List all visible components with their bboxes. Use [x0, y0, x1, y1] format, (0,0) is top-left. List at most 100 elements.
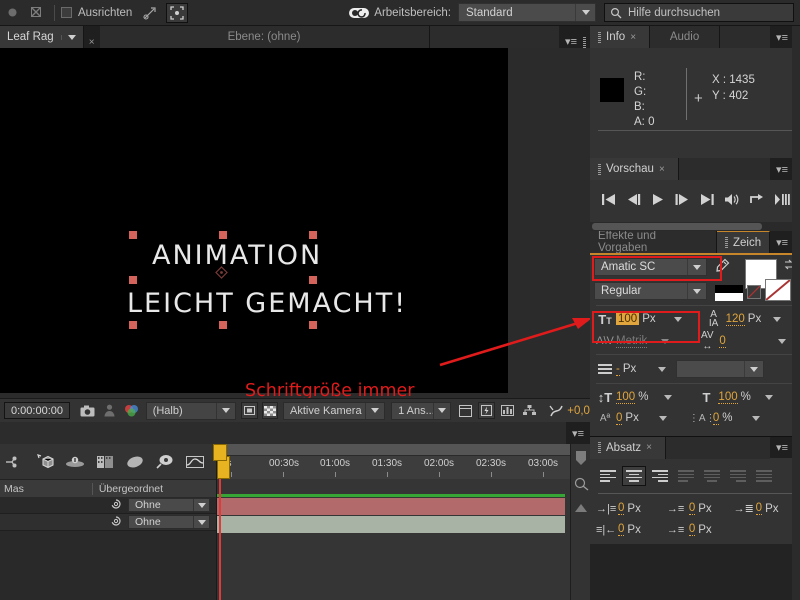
- tab-absatz[interactable]: Absatz ×: [590, 436, 667, 459]
- chevron-down-icon[interactable]: [752, 415, 761, 421]
- playhead-marker-icon[interactable]: [213, 444, 227, 461]
- selection-handle[interactable]: [219, 321, 227, 329]
- panel-menu-icon[interactable]: ▾≡: [770, 31, 794, 44]
- timeline-tab[interactable]: [0, 422, 230, 444]
- stroke-style-dropdown[interactable]: [676, 360, 765, 378]
- chevron-down-icon[interactable]: [687, 259, 706, 275]
- align-right-button[interactable]: [648, 466, 672, 486]
- selection-handle[interactable]: [129, 321, 137, 329]
- first-frame-icon[interactable]: [601, 193, 617, 209]
- tab-vorschau[interactable]: Vorschau ×: [590, 158, 679, 180]
- fast-previews-icon[interactable]: [478, 402, 495, 419]
- panel-menu-icon[interactable]: ▾≡: [566, 427, 590, 440]
- chevron-down-icon[interactable]: [673, 316, 682, 322]
- last-frame-icon[interactable]: [699, 193, 715, 209]
- chevron-down-icon[interactable]: [773, 316, 782, 322]
- font-style-dropdown[interactable]: Regular: [594, 282, 707, 300]
- transparency-grid-icon[interactable]: [261, 402, 279, 419]
- timeline-layer-row[interactable]: Ohne: [0, 497, 216, 514]
- kerning-value[interactable]: Metrik: [616, 335, 648, 348]
- motion-sketch-icon[interactable]: [150, 449, 180, 475]
- horizontal-scale-value[interactable]: 100: [718, 391, 738, 404]
- region-of-interest-icon[interactable]: [166, 2, 189, 23]
- justify-last-right-button[interactable]: [726, 466, 750, 486]
- anchor-point-icon[interactable]: [215, 266, 228, 282]
- loop-icon[interactable]: [749, 193, 765, 209]
- vertical-scale-value[interactable]: 100: [616, 391, 636, 404]
- render-queue-icon[interactable]: [90, 449, 120, 475]
- solid-layer-icon[interactable]: [120, 449, 150, 475]
- selection-handle[interactable]: [219, 231, 227, 239]
- puppet-pin-icon[interactable]: [140, 3, 160, 23]
- parent-pickwhip-icon[interactable]: [110, 498, 122, 513]
- tab-leaf-rag[interactable]: Leaf Rag: [0, 26, 84, 48]
- selection-handle[interactable]: [309, 231, 317, 239]
- parent-pickwhip-icon[interactable]: [110, 515, 122, 530]
- tab-zeichen[interactable]: Zeich: [717, 231, 771, 253]
- current-time-field[interactable]: 0:00:00:00: [4, 402, 70, 419]
- chevron-down-icon[interactable]: [764, 394, 773, 400]
- text-line-1[interactable]: ANIMATION: [152, 240, 322, 271]
- exposure-icon[interactable]: [547, 402, 565, 420]
- workspace-dropdown[interactable]: Standard: [458, 3, 596, 22]
- panel-menu-icon[interactable]: ▾≡: [770, 236, 794, 249]
- layer-duration-bar[interactable]: [217, 516, 565, 533]
- chevron-down-icon[interactable]: [216, 402, 235, 419]
- justify-all-button[interactable]: [752, 466, 776, 486]
- motion-blur-icon[interactable]: [2, 3, 22, 23]
- play-icon[interactable]: [651, 193, 665, 209]
- selection-handle[interactable]: [129, 231, 137, 239]
- chevron-down-icon[interactable]: [432, 402, 450, 419]
- indent-right-value[interactable]: 0: [688, 502, 696, 515]
- tab-layer-none[interactable]: Ebene: (ohne): [99, 26, 430, 48]
- comp-flowchart-icon[interactable]: [521, 402, 539, 420]
- timeline-icon[interactable]: [499, 402, 517, 420]
- resolution-dropdown[interactable]: (Halb): [145, 401, 237, 420]
- close-icon[interactable]: ×: [625, 32, 641, 43]
- align-center-button[interactable]: [622, 466, 646, 486]
- no-fill-icon[interactable]: [747, 285, 761, 299]
- selection-handle[interactable]: [129, 276, 137, 284]
- chevron-down-icon[interactable]: [744, 361, 764, 377]
- help-search-input[interactable]: Hilfe durchsuchen: [604, 3, 794, 22]
- shy-layers-icon[interactable]: [574, 450, 588, 469]
- space-before-value[interactable]: 0: [755, 502, 763, 515]
- frame-blending-icon[interactable]: [574, 477, 588, 494]
- chevron-down-icon[interactable]: [664, 394, 673, 400]
- workspace-icon[interactable]: [346, 3, 372, 23]
- space-after-value[interactable]: 0: [688, 523, 696, 536]
- stroke-color-swatch[interactable]: [765, 279, 791, 301]
- tab-effekte-und-vorgaben[interactable]: Effekte und Vorgaben: [590, 230, 717, 254]
- baseline-shift-value[interactable]: 0: [616, 412, 623, 425]
- chevron-down-icon[interactable]: [193, 499, 209, 511]
- snapping-icon[interactable]: [26, 3, 46, 23]
- timeline-ruler[interactable]: 0s 00:30s 01:00s 01:30s 02:00s 02:30s 03…: [216, 444, 600, 479]
- chevron-down-icon[interactable]: [658, 415, 667, 421]
- snapshot-icon[interactable]: [78, 402, 96, 420]
- ram-preview-icon[interactable]: [774, 193, 790, 209]
- selection-handle[interactable]: [309, 276, 317, 284]
- previous-frame-icon[interactable]: [626, 193, 642, 209]
- text-line-2[interactable]: LEICHT GEMACHT!: [127, 288, 407, 319]
- chevron-down-icon[interactable]: [777, 338, 786, 344]
- align-left-button[interactable]: [596, 466, 620, 486]
- parent-dropdown[interactable]: Ohne: [128, 498, 210, 512]
- first-line-indent-value[interactable]: 0: [618, 523, 625, 536]
- audio-icon[interactable]: [724, 193, 740, 209]
- parent-dropdown[interactable]: Ohne: [128, 515, 210, 529]
- font-size-value[interactable]: 100: [616, 313, 640, 325]
- graph-editor-icon[interactable]: [180, 449, 210, 475]
- font-family-dropdown[interactable]: Amatic SC: [594, 258, 707, 276]
- chevron-down-icon[interactable]: [661, 338, 670, 344]
- preview-scrollbar[interactable]: [590, 222, 800, 231]
- chevron-down-icon[interactable]: [687, 283, 706, 299]
- close-icon[interactable]: ×: [84, 37, 100, 48]
- tracking-value[interactable]: 0: [719, 335, 726, 348]
- chevron-down-icon[interactable]: [60, 34, 76, 40]
- justify-last-center-button[interactable]: [700, 466, 724, 486]
- panel-menu-icon[interactable]: ▾≡: [770, 163, 794, 176]
- selection-handle[interactable]: [309, 321, 317, 329]
- close-icon[interactable]: ×: [641, 442, 657, 453]
- fill-stroke-preview[interactable]: [715, 285, 743, 301]
- composition-canvas[interactable]: ANIMATION LEICHT GEMACHT! Schriftgröße i…: [0, 48, 508, 430]
